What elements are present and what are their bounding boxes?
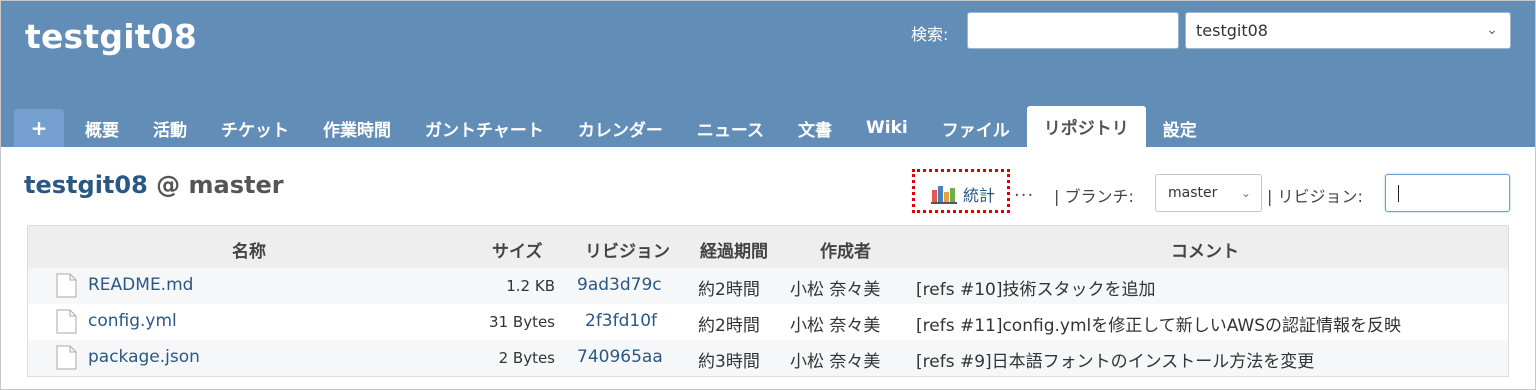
tab-calendar[interactable]: カレンダー (561, 109, 680, 147)
project-select-value: testgit08 (1196, 21, 1268, 40)
tab-settings[interactable]: 設定 (1146, 109, 1214, 147)
text-caret (1398, 185, 1399, 202)
file-comment: [refs #10]技術スタックを追加 (916, 280, 1156, 300)
file-size: 2 Bytes (498, 349, 555, 367)
repo-separator: @ (156, 171, 181, 199)
file-age: 約3時間 (698, 352, 760, 372)
branch-select[interactable]: master ⌄ (1155, 174, 1262, 212)
file-size: 1.2 KB (506, 277, 555, 295)
table-header: 名称 サイズ リビジョン 経過期間 作成者 コメント (28, 226, 1508, 268)
file-link[interactable]: config.yml (88, 311, 177, 331)
chevron-down-icon: ⌄ (1486, 22, 1498, 38)
column-header-age[interactable]: 経過期間 (700, 237, 768, 262)
revision-link[interactable]: 2f3fd10f (585, 311, 657, 331)
file-author: 小松 奈々美 (790, 280, 881, 300)
file-age: 約2時間 (698, 280, 760, 300)
table-row: README.md 1.2 KB 9ad3d79c 約2時間 小松 奈々美 [r… (28, 268, 1508, 304)
file-author: 小松 奈々美 (790, 352, 881, 372)
revision-label: | リビジョン: (1267, 187, 1363, 206)
bar-chart-icon (931, 186, 957, 204)
tab-wiki[interactable]: Wiki (849, 109, 925, 147)
tab-activity[interactable]: 活動 (136, 109, 204, 147)
tab-documents[interactable]: 文書 (781, 109, 849, 147)
repository-entries-table: 名称 サイズ リビジョン 経過期間 作成者 コメント README.md 1.2… (27, 225, 1509, 377)
column-header-name[interactable]: 名称 (232, 237, 266, 262)
tab-files[interactable]: ファイル (925, 109, 1027, 147)
page-title: testgit08 @ master (24, 171, 284, 199)
file-size: 31 Bytes (489, 313, 555, 331)
stats-label: 統計 (963, 186, 996, 205)
tab-news[interactable]: ニュース (680, 109, 781, 147)
new-object-button[interactable]: + (14, 109, 64, 147)
branch-select-value: master (1168, 185, 1218, 201)
search-input[interactable] (967, 12, 1179, 49)
file-link[interactable]: README.md (88, 275, 193, 295)
main-menu: + 概要 活動 チケット 作業時間 ガントチャート カレンダー ニュース 文書 … (14, 106, 1214, 147)
revision-link[interactable]: 9ad3d79c (577, 275, 662, 295)
repo-name-link[interactable]: testgit08 (24, 171, 148, 199)
tab-gantt[interactable]: ガントチャート (408, 109, 561, 147)
tab-issues[interactable]: チケット (204, 109, 306, 147)
file-comment: [refs #9]日本語フォントのインストール方法を変更 (916, 352, 1315, 372)
file-icon (56, 273, 77, 298)
file-icon (56, 309, 77, 334)
column-header-comment[interactable]: コメント (1171, 237, 1239, 262)
file-icon (56, 345, 77, 370)
tab-time-entries[interactable]: 作業時間 (306, 109, 408, 147)
column-header-size[interactable]: サイズ (492, 237, 543, 262)
file-link[interactable]: package.json (88, 347, 200, 367)
column-header-revision[interactable]: リビジョン (585, 237, 670, 262)
search-label: 検索: (911, 25, 949, 44)
chevron-down-icon: ⌄ (1240, 186, 1251, 200)
more-options-icon[interactable]: ... (1014, 180, 1034, 201)
revision-link[interactable]: 740965aa (577, 347, 663, 367)
tab-overview[interactable]: 概要 (68, 109, 136, 147)
revision-input[interactable] (1385, 174, 1510, 212)
tab-repository[interactable]: リポジトリ (1026, 106, 1146, 147)
stats-link[interactable]: 統計 (931, 182, 995, 206)
project-jump-select[interactable]: testgit08 ⌄ (1185, 12, 1511, 49)
file-age: 約2時間 (698, 316, 760, 336)
file-comment: [refs #11]config.ymlを修正して新しいAWSの認証情報を反映 (916, 316, 1402, 336)
table-row: config.yml 31 Bytes 2f3fd10f 約2時間 小松 奈々美… (28, 304, 1508, 340)
repo-branch: master (188, 171, 284, 199)
table-row: package.json 2 Bytes 740965aa 約3時間 小松 奈々… (28, 340, 1508, 376)
file-author: 小松 奈々美 (790, 316, 881, 336)
column-header-author[interactable]: 作成者 (820, 237, 871, 262)
project-title[interactable]: testgit08 (25, 17, 197, 56)
branch-label: | ブランチ: (1054, 187, 1134, 206)
